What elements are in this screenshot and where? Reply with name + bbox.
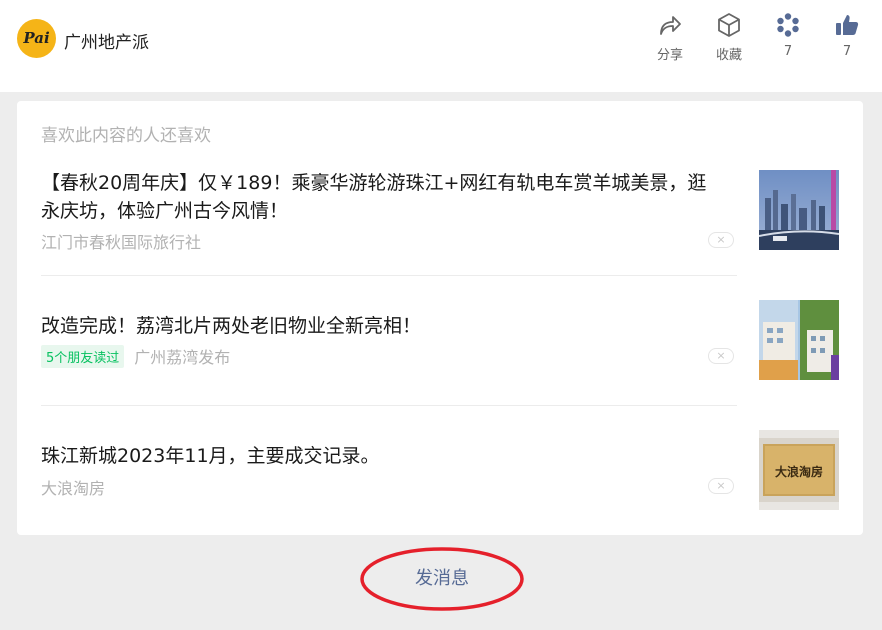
favorite-button[interactable]: 收藏 [704,12,754,68]
section-title: 喜欢此内容的人还喜欢 [41,126,211,146]
article-thumbnail[interactable]: 大浪淘房 [759,430,839,510]
share-label: 分享 [656,48,683,63]
flower-icon [777,13,799,37]
send-message-button[interactable]: 发消息 [360,546,524,612]
building-photo-image [759,300,839,380]
article-meta: 江门市春秋国际旅行社 [41,229,201,253]
article-source: 广州荔湾发布 [134,348,231,367]
article-source: 大浪淘房 [41,479,106,498]
article-title[interactable]: 珠江新城2023年11月，主要成交记录。 [41,442,721,470]
divider [41,275,737,276]
account-logo[interactable]: Pai [17,19,56,58]
wow-button[interactable]: 7 [763,12,813,68]
send-message-label: 发消息 [415,568,469,589]
like-count: 7 [842,44,852,59]
share-button[interactable]: 分享 [645,12,695,68]
company-sign-image: 大浪淘房 [759,430,839,510]
dismiss-button[interactable]: × [708,348,734,364]
account-name[interactable]: 广州地产派 [64,28,149,53]
dismiss-button[interactable]: × [708,232,734,248]
article-source: 江门市春秋国际旅行社 [41,233,202,252]
box-icon [718,13,740,37]
article-meta: 大浪淘房 [41,475,105,499]
article-title[interactable]: 改造完成！荔湾北片两处老旧物业全新亮相！ [41,312,721,340]
city-skyline-image [759,170,839,250]
friends-read-badge: 5个朋友读过 [41,344,125,368]
list-item[interactable]: 珠江新城2023年11月，主要成交记录。 大浪淘房 × 大浪淘房 [41,430,839,510]
favorite-label: 收藏 [715,48,742,63]
divider [41,405,737,406]
wow-count: 7 [783,44,793,59]
article-meta: 5个朋友读过 广州荔湾发布 [41,344,230,368]
share-icon [660,16,681,35]
article-title[interactable]: 【春秋20周年庆】仅￥189！乘豪华游轮游珠江+网红有轨电车赏羊城美景，逛永庆坊… [41,169,721,225]
list-item[interactable]: 【春秋20周年庆】仅￥189！乘豪华游轮游珠江+网红有轨电车赏羊城美景，逛永庆坊… [41,169,839,253]
like-button[interactable]: 7 [822,12,872,68]
thumb-sign-text: 大浪淘房 [775,464,823,479]
article-header: Pai 广州地产派 分享 收藏 7 7 [0,0,882,92]
thumbs-up-icon [836,15,859,35]
article-thumbnail[interactable] [759,300,839,380]
list-item[interactable]: 改造完成！荔湾北片两处老旧物业全新亮相！ 5个朋友读过 广州荔湾发布 × [41,300,839,380]
recommendation-card: 喜欢此内容的人还喜欢 【春秋20周年庆】仅￥189！乘豪华游轮游珠江+网红有轨电… [17,101,863,535]
article-thumbnail[interactable] [759,170,839,250]
dismiss-button[interactable]: × [708,478,734,494]
